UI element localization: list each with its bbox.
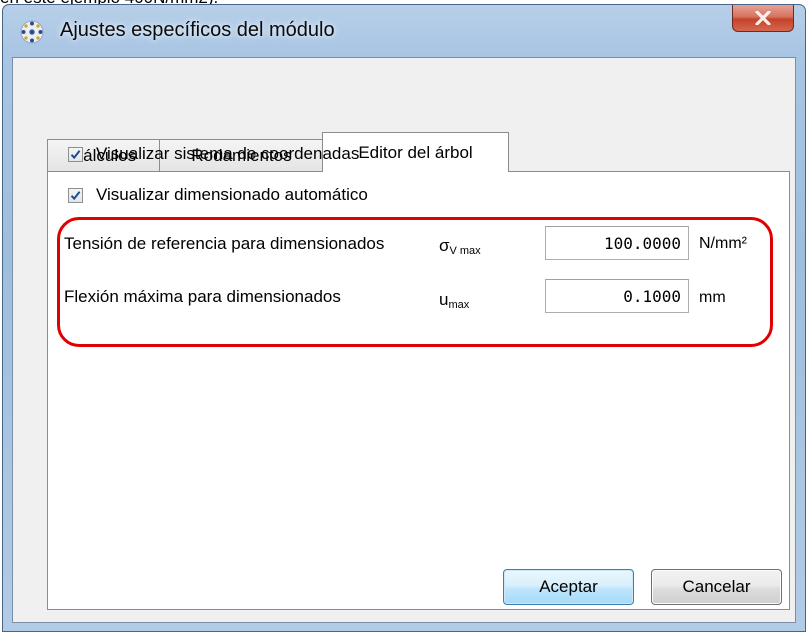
accept-button[interactable]: Aceptar	[503, 569, 634, 605]
title-bar[interactable]: Ajustes específicos del módulo	[3, 5, 805, 57]
close-button[interactable]	[732, 5, 794, 32]
gear-dots-icon	[20, 20, 44, 44]
reference-stress-input[interactable]	[545, 226, 689, 260]
coordinate-system-checkbox[interactable]	[68, 146, 83, 162]
max-deflection-label: Flexión máxima para dimensionados	[64, 287, 341, 306]
sigma-subscript: V max	[449, 245, 481, 257]
sigma-symbol: σ	[439, 236, 450, 255]
reference-stress-symbol: σV max	[439, 236, 481, 257]
close-icon	[755, 11, 771, 25]
reference-stress-label: Tensión de referencia para dimensionados	[64, 234, 385, 253]
coordinate-system-label: Visualizar sistema de coordenadas	[96, 144, 360, 163]
cancel-button[interactable]: Cancelar	[651, 569, 782, 605]
page: en este ejemplo 400N/mm2). Ajustes espec…	[0, 0, 811, 637]
u-subscript: max	[448, 299, 470, 311]
option-show-coordinate-system[interactable]: Visualizar sistema de coordenadas	[68, 144, 359, 164]
checkmark-icon	[70, 190, 81, 200]
window-title: Ajustes específicos del módulo	[60, 19, 335, 41]
option-show-auto-dimensioning[interactable]: Visualizar dimensionado automático	[68, 185, 368, 205]
checkmark-icon	[70, 149, 81, 159]
max-deflection-input[interactable]	[545, 279, 689, 313]
auto-dimensioning-checkbox[interactable]	[68, 187, 83, 203]
max-deflection-unit: mm	[699, 289, 726, 306]
reference-stress-unit: N/mm²	[699, 235, 747, 252]
max-deflection-symbol: umax	[439, 290, 469, 311]
dialog-client-area: Cálculos Rodamientos Editor del árbol	[12, 57, 796, 623]
dialog-window: Ajustes específicos del módulo Cálculos …	[2, 4, 806, 632]
auto-dimensioning-label: Visualizar dimensionado automático	[96, 185, 368, 204]
